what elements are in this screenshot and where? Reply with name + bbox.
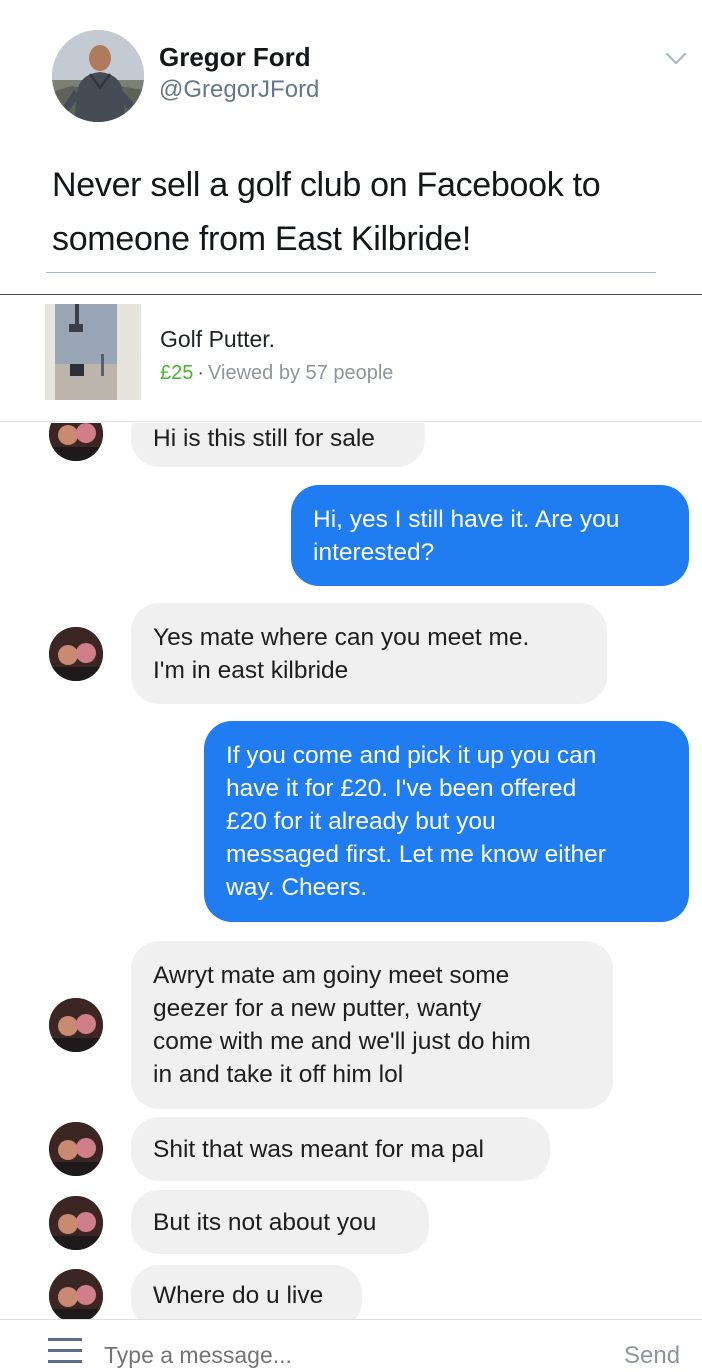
message-bubble-incoming[interactable]: Awryt mate am goiny meet some geezer for…: [131, 941, 613, 1109]
sender-avatar[interactable]: [49, 1269, 103, 1319]
tweet-text-line: Never sell a golf club on Facebook to: [52, 166, 601, 204]
message-text: come with me and we'll just do him: [153, 1028, 531, 1055]
message-text: If you come and pick it up you can: [226, 742, 597, 769]
chevron-down-icon[interactable]: [664, 50, 688, 68]
listing-price: £25: [160, 362, 194, 384]
message-input[interactable]: [104, 1342, 574, 1369]
message-bubble-incoming[interactable]: Where do u live: [131, 1265, 362, 1319]
sender-avatar[interactable]: [49, 423, 103, 461]
listing-views: Viewed by 57 people: [208, 362, 394, 384]
sender-avatar[interactable]: [49, 998, 103, 1052]
tweet-text: Never sell a golf club on Facebook to so…: [52, 158, 672, 266]
message-text: Where do u live: [153, 1282, 324, 1309]
message-bubble-incoming[interactable]: Yes mate where can you meet me. I'm in e…: [131, 603, 607, 704]
message-text: £20 for it already but you: [226, 808, 496, 835]
separator-dot: ·: [197, 362, 205, 384]
message-text: way. Cheers.: [226, 874, 368, 901]
message-text: in and take it off him lol: [153, 1061, 404, 1088]
author-avatar[interactable]: [52, 30, 144, 122]
message-text: messaged first. Let me know either: [226, 841, 606, 868]
message-text: Yes mate where can you meet me.: [153, 623, 530, 651]
listing-meta: £25 · Viewed by 57 people: [160, 362, 393, 385]
message-bubble-outgoing[interactable]: If you come and pick it up you can have …: [204, 721, 689, 922]
golf-putter-photo-icon: [45, 304, 141, 400]
message-bubble-incoming[interactable]: But its not about you: [131, 1190, 429, 1254]
sender-avatar[interactable]: [49, 1122, 103, 1176]
divider: [0, 294, 702, 295]
message-text: I'm in east kilbride: [153, 656, 349, 684]
message-composer: Send: [0, 1319, 702, 1372]
message-text: Hi is this still for sale: [153, 424, 375, 452]
sender-avatar[interactable]: [49, 627, 103, 681]
person-avatar-icon: [52, 30, 144, 122]
send-button[interactable]: Send: [624, 1342, 680, 1370]
message-text: Shit that was meant for ma pal: [153, 1135, 484, 1163]
message-text: interested?: [313, 538, 435, 566]
message-bubble-outgoing[interactable]: Hi, yes I still have it. Are you interes…: [291, 485, 689, 586]
message-text: But its not about you: [153, 1208, 377, 1236]
message-text: Awryt mate am goiny meet some: [153, 962, 510, 989]
marketplace-listing[interactable]: Golf Putter. £25 · Viewed by 57 people: [0, 296, 702, 422]
message-text: have it for £20. I've been offered: [226, 775, 577, 802]
author-name[interactable]: Gregor Ford: [159, 42, 311, 73]
tweet-header: Gregor Ford @GregorJFord: [0, 0, 702, 130]
listing-title[interactable]: Golf Putter.: [160, 326, 275, 353]
hamburger-menu-icon[interactable]: [48, 1338, 82, 1364]
message-text: Hi, yes I still have it. Are you: [313, 505, 620, 533]
message-text: geezer for a new putter, wanty: [153, 995, 482, 1022]
listing-thumbnail[interactable]: [45, 304, 141, 400]
author-handle[interactable]: @GregorJFord: [159, 76, 319, 104]
message-thread[interactable]: Hi is this still for sale Hi, yes I stil…: [0, 423, 702, 1319]
divider: [46, 272, 656, 273]
message-bubble-incoming[interactable]: Shit that was meant for ma pal: [131, 1117, 550, 1181]
sender-avatar[interactable]: [49, 1196, 103, 1250]
message-bubble-incoming[interactable]: Hi is this still for sale: [131, 423, 425, 467]
tweet-text-line: someone from East Kilbride!: [52, 220, 471, 258]
